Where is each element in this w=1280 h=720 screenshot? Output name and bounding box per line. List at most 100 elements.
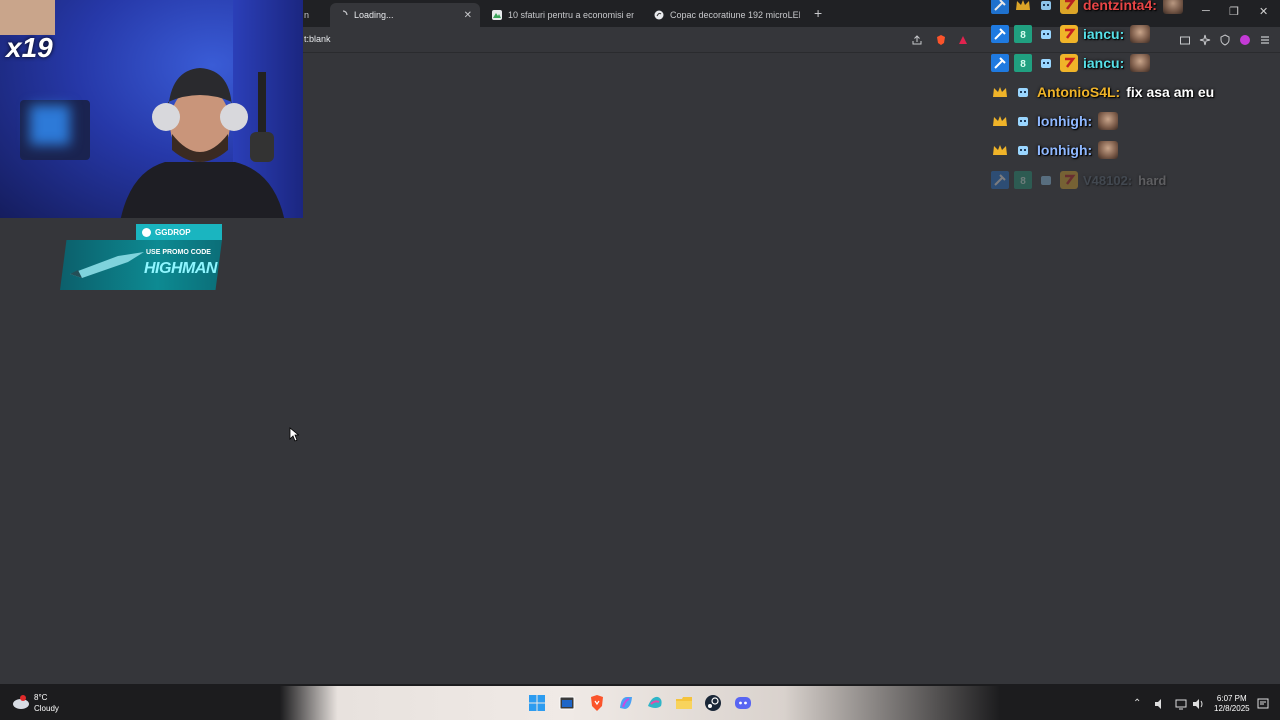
loading-spinner-icon: [338, 10, 348, 20]
crown-badge-icon: [991, 141, 1009, 159]
chat-message: Ionhigh:: [991, 110, 1119, 132]
tab-close-icon[interactable]: ✕: [464, 10, 472, 21]
hammer-badge-icon: [991, 0, 1009, 14]
chat-username: Ionhigh:: [1037, 142, 1093, 158]
sub-badge-icon: [1060, 171, 1078, 189]
ggdrop-logo-icon: [142, 227, 151, 237]
tab-energy-tips[interactable]: 10 sfaturi pentru a economisi energie: [484, 3, 642, 27]
emote-icon: [1130, 54, 1151, 72]
weather-cloudy-icon[interactable]: [12, 694, 30, 710]
chat-text: fix asa am eu: [1126, 84, 1215, 100]
knife-icon: [70, 252, 144, 278]
notifications-icon[interactable]: [1257, 698, 1269, 710]
vpn-shield-icon[interactable]: [1219, 34, 1231, 46]
clock-date: 12/8/2025: [1214, 704, 1250, 713]
crown-badge-icon: [991, 83, 1009, 101]
emote-icon: [1098, 141, 1119, 159]
chat-message: 8 iancu:: [991, 23, 1151, 45]
weather-condition[interactable]: Cloudy: [34, 704, 59, 713]
chat-username: Ionhigh:: [1037, 113, 1093, 129]
hammer-badge-icon: [991, 25, 1009, 43]
tab-decoration-tree[interactable]: Copac decoratiune 192 microLED-uri: [646, 3, 808, 27]
restore-icon[interactable]: ❐: [1229, 5, 1239, 18]
site-favicon-icon: [654, 10, 664, 20]
robot-badge-icon: [1037, 171, 1055, 189]
chat-username: AntonioS4L:: [1037, 84, 1121, 100]
emote-icon: [1162, 0, 1183, 14]
windows-start-icon[interactable]: [528, 694, 546, 712]
hammer-badge-icon: [991, 54, 1009, 72]
webcam-hands-strip: [280, 686, 1000, 720]
network-icon[interactable]: [1175, 698, 1187, 710]
vip-badge-icon: 8: [1014, 54, 1032, 72]
discord-icon[interactable]: [734, 694, 752, 712]
promo-text: USE PROMO CODE: [146, 249, 211, 256]
svg-text:8: 8: [1020, 59, 1026, 70]
new-tab-icon[interactable]: +: [814, 5, 822, 21]
chat-username: iancu:: [1083, 55, 1125, 71]
mouse-cursor-icon: [289, 427, 299, 442]
chat-message: Ionhigh:: [991, 139, 1119, 161]
speaker-icon[interactable]: [1154, 698, 1166, 710]
chat-message: 8 V48102: hard: [991, 169, 1166, 191]
leo-ai-icon[interactable]: [1199, 34, 1211, 46]
crown-badge-icon: [1014, 0, 1032, 14]
streamer-figure: [120, 68, 285, 218]
tab-title: Loading...: [354, 10, 394, 20]
chat-text: hard: [1138, 172, 1167, 188]
robot-badge-icon: [1037, 0, 1055, 14]
microsoft-365-icon[interactable]: [646, 694, 664, 712]
clock-time: 6:07 PM: [1216, 694, 1247, 703]
brave-shields-icon[interactable]: [935, 34, 947, 46]
sub-badge-icon: [1060, 54, 1078, 72]
tab-loading[interactable]: Loading... ✕: [330, 3, 480, 27]
volume-icon[interactable]: [1192, 698, 1204, 710]
robot-badge-icon: [1037, 25, 1055, 43]
site-favicon-icon: [492, 10, 502, 20]
wallet-icon[interactable]: [1179, 34, 1191, 46]
address-bar[interactable]: t:blank: [304, 34, 331, 44]
chat-message: 8 iancu:: [991, 52, 1151, 74]
corner-thumbnail: [0, 0, 55, 35]
sub-badge-icon: [1060, 0, 1078, 14]
brave-browser-icon[interactable]: [588, 694, 606, 712]
minimize-icon[interactable]: ─: [1202, 5, 1210, 17]
chat-username: dentzinta4:: [1083, 0, 1157, 13]
crown-badge-icon: [991, 112, 1009, 130]
emote-icon: [1098, 112, 1119, 130]
hammer-badge-icon: [991, 171, 1009, 189]
extension-icon[interactable]: [1239, 34, 1251, 46]
svg-text:8: 8: [1020, 30, 1026, 41]
close-window-icon[interactable]: ✕: [1259, 5, 1268, 18]
chat-message: dentzinta4:: [991, 0, 1183, 16]
desktop-screen: n Loading... ✕ 10 sfaturi pentru a econo…: [0, 0, 1280, 720]
chat-username: iancu:: [1083, 26, 1125, 42]
tab-title: 10 sfaturi pentru a economisi energie: [508, 10, 634, 20]
weather-temperature[interactable]: 8°C: [34, 693, 47, 702]
emote-icon: [1130, 25, 1151, 43]
robot-badge-icon: [1014, 141, 1032, 159]
promo-brand: GGDROP: [136, 224, 222, 240]
tab-title: n: [304, 10, 310, 20]
taskbar-clock[interactable]: 6:07 PM 12/8/2025: [1214, 694, 1250, 714]
share-icon[interactable]: [911, 34, 923, 46]
sub-counter: x19: [6, 32, 53, 63]
sub-badge-icon: [1060, 25, 1078, 43]
task-view-icon[interactable]: [558, 694, 576, 712]
promo-brand-label: GGDROP: [155, 227, 191, 237]
robot-badge-icon: [1037, 54, 1055, 72]
tab-title: Copac decoratiune 192 microLED-uri: [670, 10, 800, 20]
promo-banner: GGDROP USE PROMO CODE HIGHMAN: [60, 224, 222, 291]
steam-icon[interactable]: [704, 694, 722, 712]
chat-username: V48102:: [1083, 172, 1133, 188]
background-monitor-glow: [30, 105, 70, 145]
tray-chevron-icon[interactable]: ⌃: [1133, 698, 1141, 709]
brave-rewards-icon[interactable]: [957, 34, 969, 46]
copilot-icon[interactable]: [617, 694, 635, 712]
webcam-overlay: x19: [0, 0, 303, 218]
robot-badge-icon: [1014, 83, 1032, 101]
promo-code: HIGHMAN: [144, 260, 217, 277]
chat-message: AntonioS4L: fix asa am eu: [991, 81, 1214, 103]
menu-icon[interactable]: [1259, 34, 1271, 46]
file-explorer-icon[interactable]: [675, 694, 693, 712]
